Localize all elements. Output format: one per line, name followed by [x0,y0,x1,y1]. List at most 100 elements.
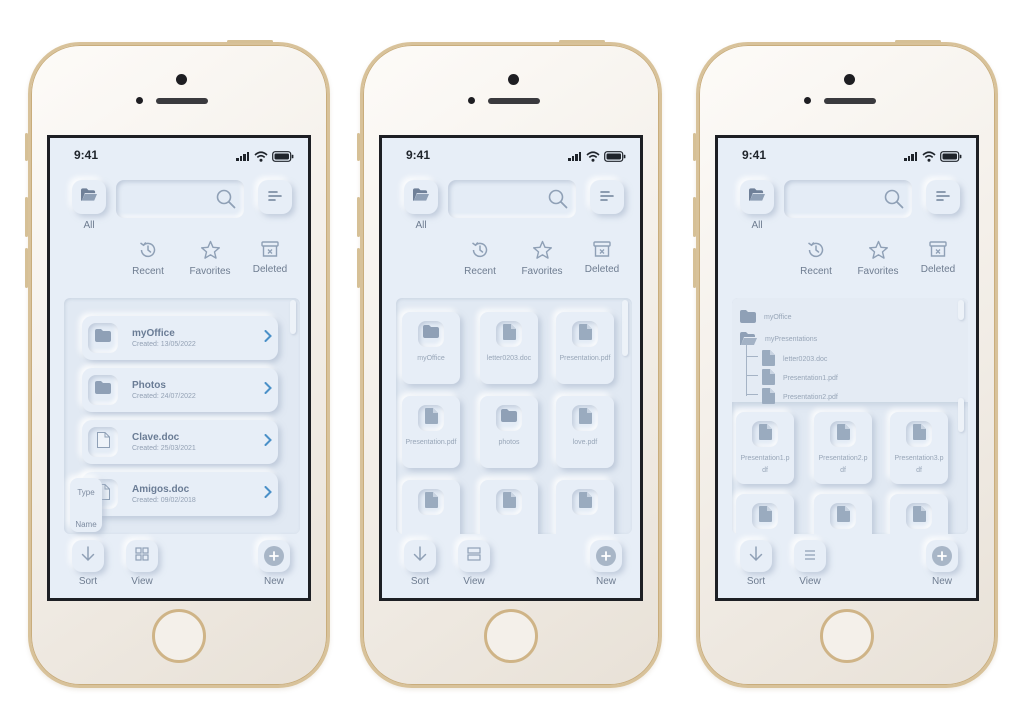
filter-favorites[interactable]: Favorites [512,240,572,277]
view-button[interactable] [794,540,826,572]
filter-deleted[interactable]: Deleted [240,240,300,275]
search-input[interactable] [448,180,576,218]
file-tile[interactable]: Presentation3.pdf [890,412,948,484]
file-tile[interactable]: Presentation.pdf [556,312,614,384]
menu-button[interactable] [590,180,624,214]
document-icon [762,369,775,387]
tile-icon-wrap [496,405,522,431]
scrollbar[interactable] [290,300,296,334]
filter-recent[interactable]: Recent [786,240,846,277]
file-row[interactable]: Clave.doc Created: 25/03/2021 [82,420,278,464]
file-tile[interactable]: Presentation1.pdf [736,412,794,484]
history-icon [786,240,846,260]
file-tile[interactable] [480,480,538,534]
sort-by-type[interactable]: Type [70,488,102,497]
document-icon [912,423,926,445]
view-button[interactable] [126,540,158,572]
chevron-right-icon[interactable] [264,485,272,503]
front-camera [844,74,855,85]
proximity-sensor [804,97,811,104]
file-name: myOffice [132,328,175,339]
tile-label: love.pdf [572,439,598,446]
wifi-icon [586,150,600,162]
chevron-right-icon[interactable] [264,329,272,347]
filter-deleted[interactable]: Deleted [908,240,968,275]
file-row[interactable]: Amigos.doc Created: 09/02/2018 [82,472,278,516]
folder-open-icon [749,188,765,206]
home-button[interactable] [484,609,538,663]
file-row[interactable]: Photos Created: 24/07/2022 [82,368,278,412]
filter-deleted[interactable]: Deleted [572,240,632,275]
new-button[interactable] [590,540,622,572]
filter-favorites[interactable]: Favorites [180,240,240,277]
file-row[interactable]: myOffice Created: 13/05/2022 [82,316,278,360]
volume-down-button [357,248,360,288]
file-tile[interactable] [556,480,614,534]
filter-label: Recent [800,266,832,277]
filter-favorites[interactable]: Favorites [848,240,908,277]
file-tile[interactable]: myOffice [402,312,460,384]
tile-icon-wrap [752,503,778,529]
document-icon [96,431,110,453]
menu-button[interactable] [258,180,292,214]
file-tile[interactable]: love.pdf [556,396,614,468]
file-tile[interactable]: letter0203.doc [480,312,538,384]
home-button[interactable] [152,609,206,663]
status-icons [904,150,962,162]
filter-recent[interactable]: Recent [118,240,178,277]
view-button[interactable] [458,540,490,572]
new-button[interactable] [258,540,290,572]
file-tile[interactable]: Presentation2.pdf [814,412,872,484]
chevron-right-icon[interactable] [264,433,272,451]
filter-recent[interactable]: Recent [450,240,510,277]
all-files-button[interactable] [72,180,106,214]
file-tile[interactable]: photos [480,396,538,468]
status-icons [236,150,294,162]
sort-button[interactable] [404,540,436,572]
tile-icon-wrap [830,503,856,529]
file-tile[interactable] [402,480,460,534]
scrollbar[interactable] [958,398,964,432]
menu-button[interactable] [926,180,960,214]
file-text: Clave.doc Created: 25/03/2021 [132,432,264,452]
tree-item[interactable]: letter0203.doc [762,350,827,368]
status-time: 9:41 [74,148,99,162]
view-label: View [799,576,821,587]
search-input[interactable] [116,180,244,218]
tree-item[interactable]: myOffice [740,310,792,325]
file-icon-wrap [88,375,118,405]
tile-label: letter0203.doc [486,355,532,362]
proximity-sensor [136,97,143,104]
plus-icon [932,546,952,566]
tile-icon-wrap [496,321,522,347]
all-files-label: All [83,220,95,231]
document-icon [836,423,850,445]
file-tile[interactable]: Presentation.pdf [402,396,460,468]
search-input[interactable] [784,180,912,218]
tree-item-label: Presentation1.pdf [783,374,838,382]
file-tile[interactable] [736,494,794,534]
file-tile[interactable] [814,494,872,534]
sort-by-name[interactable]: Name [70,520,102,529]
home-button[interactable] [820,609,874,663]
tree-item[interactable]: myPresentations [740,332,817,347]
front-camera [176,74,187,85]
chevron-right-icon[interactable] [264,381,272,399]
file-text: Amigos.doc Created: 09/02/2018 [132,484,264,504]
volume-up-button [357,197,360,237]
all-files-button[interactable] [740,180,774,214]
tree-item[interactable]: Presentation2.pdf [762,388,838,406]
tile-label: Presentation.pdf [559,355,611,362]
all-files-button[interactable] [404,180,438,214]
tree-scrollbar[interactable] [958,300,964,320]
new-button[interactable] [926,540,958,572]
filter-label: Deleted [584,264,620,275]
sort-button[interactable] [72,540,104,572]
phone-frame: 9:41 All Recent Favorites Deleted myOffice Cre… [25,40,330,688]
tree-item[interactable]: Presentation1.pdf [762,369,838,387]
grid-view-icon [135,546,149,566]
scrollbar[interactable] [622,300,628,356]
view-label: View [463,576,485,587]
sort-button[interactable] [740,540,772,572]
file-tile[interactable] [890,494,948,534]
